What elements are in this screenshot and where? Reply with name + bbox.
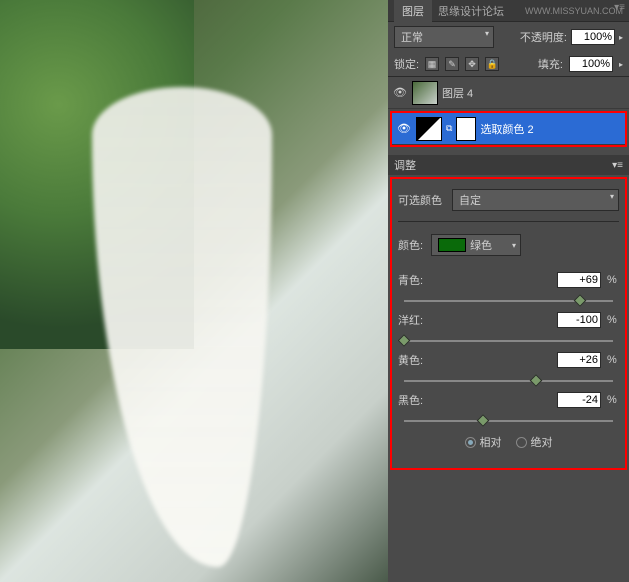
lock-position-icon[interactable]: ✥ [465,57,479,71]
layer-row-selective-color[interactable]: 👁 ⧉ 选取颜色 2 [392,113,625,145]
panels-container: 图层 思缘设计论坛 WWW.MISSYUAN.COM ▾≡ 正常 不透明度: 1… [388,0,629,582]
fill-label: 填充: [538,56,563,72]
pct: % [607,314,619,326]
slider-cyan: 青色: +69 % [398,262,619,302]
mask-thumbnail[interactable] [456,117,476,141]
link-icon[interactable]: ⧉ [446,123,452,134]
lock-transparency-icon[interactable]: ▦ [425,57,439,71]
opacity-input[interactable]: 100% [571,29,615,45]
fill-chevron-icon[interactable]: ▸ [619,60,623,69]
lock-pixels-icon[interactable]: ✎ [445,57,459,71]
method-row: 可选颜色 自定 [398,185,619,215]
panel-menu-icon[interactable]: ▾≡ [612,160,623,171]
adjustments-title: 调整 [394,157,416,173]
radio-relative-label: 相对 [480,434,502,450]
blend-mode-dropdown[interactable]: 正常 [394,26,494,48]
layer-thumbnail[interactable] [412,81,438,105]
adjustment-thumbnail[interactable] [416,117,442,141]
radio-absolute-label: 绝对 [531,434,553,450]
layer-row-4[interactable]: 👁 图层 4 [388,77,629,109]
pct: % [607,274,619,286]
layer-name[interactable]: 选取颜色 2 [480,121,533,137]
lock-row: 锁定: ▦ ✎ ✥ 🔒 填充: 100% ▸ [388,52,629,77]
color-value: 绿色 [470,237,492,253]
yellow-value[interactable]: +26 [557,352,601,368]
fill-input[interactable]: 100% [569,56,613,72]
yellow-label: 黄色: [398,352,428,368]
radio-icon [516,437,527,448]
magenta-slider[interactable] [404,340,613,342]
black-slider[interactable] [404,420,613,422]
radio-icon [465,437,476,448]
pct: % [607,394,619,406]
visibility-icon[interactable]: 👁 [392,86,408,99]
yellow-slider[interactable] [404,380,613,382]
radio-absolute[interactable]: 绝对 [516,434,553,450]
cyan-slider[interactable] [404,300,613,302]
color-dropdown[interactable]: 绿色 [431,234,521,256]
slider-yellow: 黄色: +26 % [398,342,619,382]
blend-row: 正常 不透明度: 100% ▸ [388,22,629,52]
layer-name[interactable]: 图层 4 [442,85,473,101]
slider-magenta: 洋红: -100 % [398,302,619,342]
layers-list: 👁 图层 4 👁 ⧉ 选取颜色 2 [388,77,629,147]
magenta-value[interactable]: -100 [557,312,601,328]
forum-text: 思缘设计论坛 [438,3,504,19]
highlighted-layer-box: 👁 ⧉ 选取颜色 2 [390,111,627,147]
preset-dropdown[interactable]: 自定 [452,189,619,211]
visibility-icon[interactable]: 👁 [396,122,412,135]
pct: % [607,354,619,366]
adjustments-body: 可选颜色 自定 颜色: 绿色 青色: +69 % 洋红: -10 [390,177,627,470]
tab-layers[interactable]: 图层 [394,0,432,22]
layers-panel-header: 图层 思缘设计论坛 WWW.MISSYUAN.COM ▾≡ [388,0,629,22]
cyan-label: 青色: [398,272,428,288]
method-radio-row: 相对 绝对 [398,422,619,462]
black-label: 黑色: [398,392,428,408]
canvas-preview [0,0,388,582]
lock-all-icon[interactable]: 🔒 [485,57,499,71]
radio-relative[interactable]: 相对 [465,434,502,450]
slider-black: 黑色: -24 % [398,382,619,422]
watermark: WWW.MISSYUAN.COM [525,6,623,16]
color-select-row: 颜色: 绿色 [398,228,619,262]
adjustments-panel-header: 调整 ▾≡ [388,155,629,175]
method-label: 可选颜色 [398,192,442,208]
panel-menu-icon[interactable]: ▾≡ [614,2,625,13]
color-swatch [438,238,466,252]
magenta-label: 洋红: [398,312,428,328]
cyan-value[interactable]: +69 [557,272,601,288]
lock-label: 锁定: [394,56,419,72]
divider [398,221,619,222]
opacity-chevron-icon[interactable]: ▸ [619,33,623,42]
color-label: 颜色: [398,237,423,253]
opacity-label: 不透明度: [520,29,567,45]
black-value[interactable]: -24 [557,392,601,408]
